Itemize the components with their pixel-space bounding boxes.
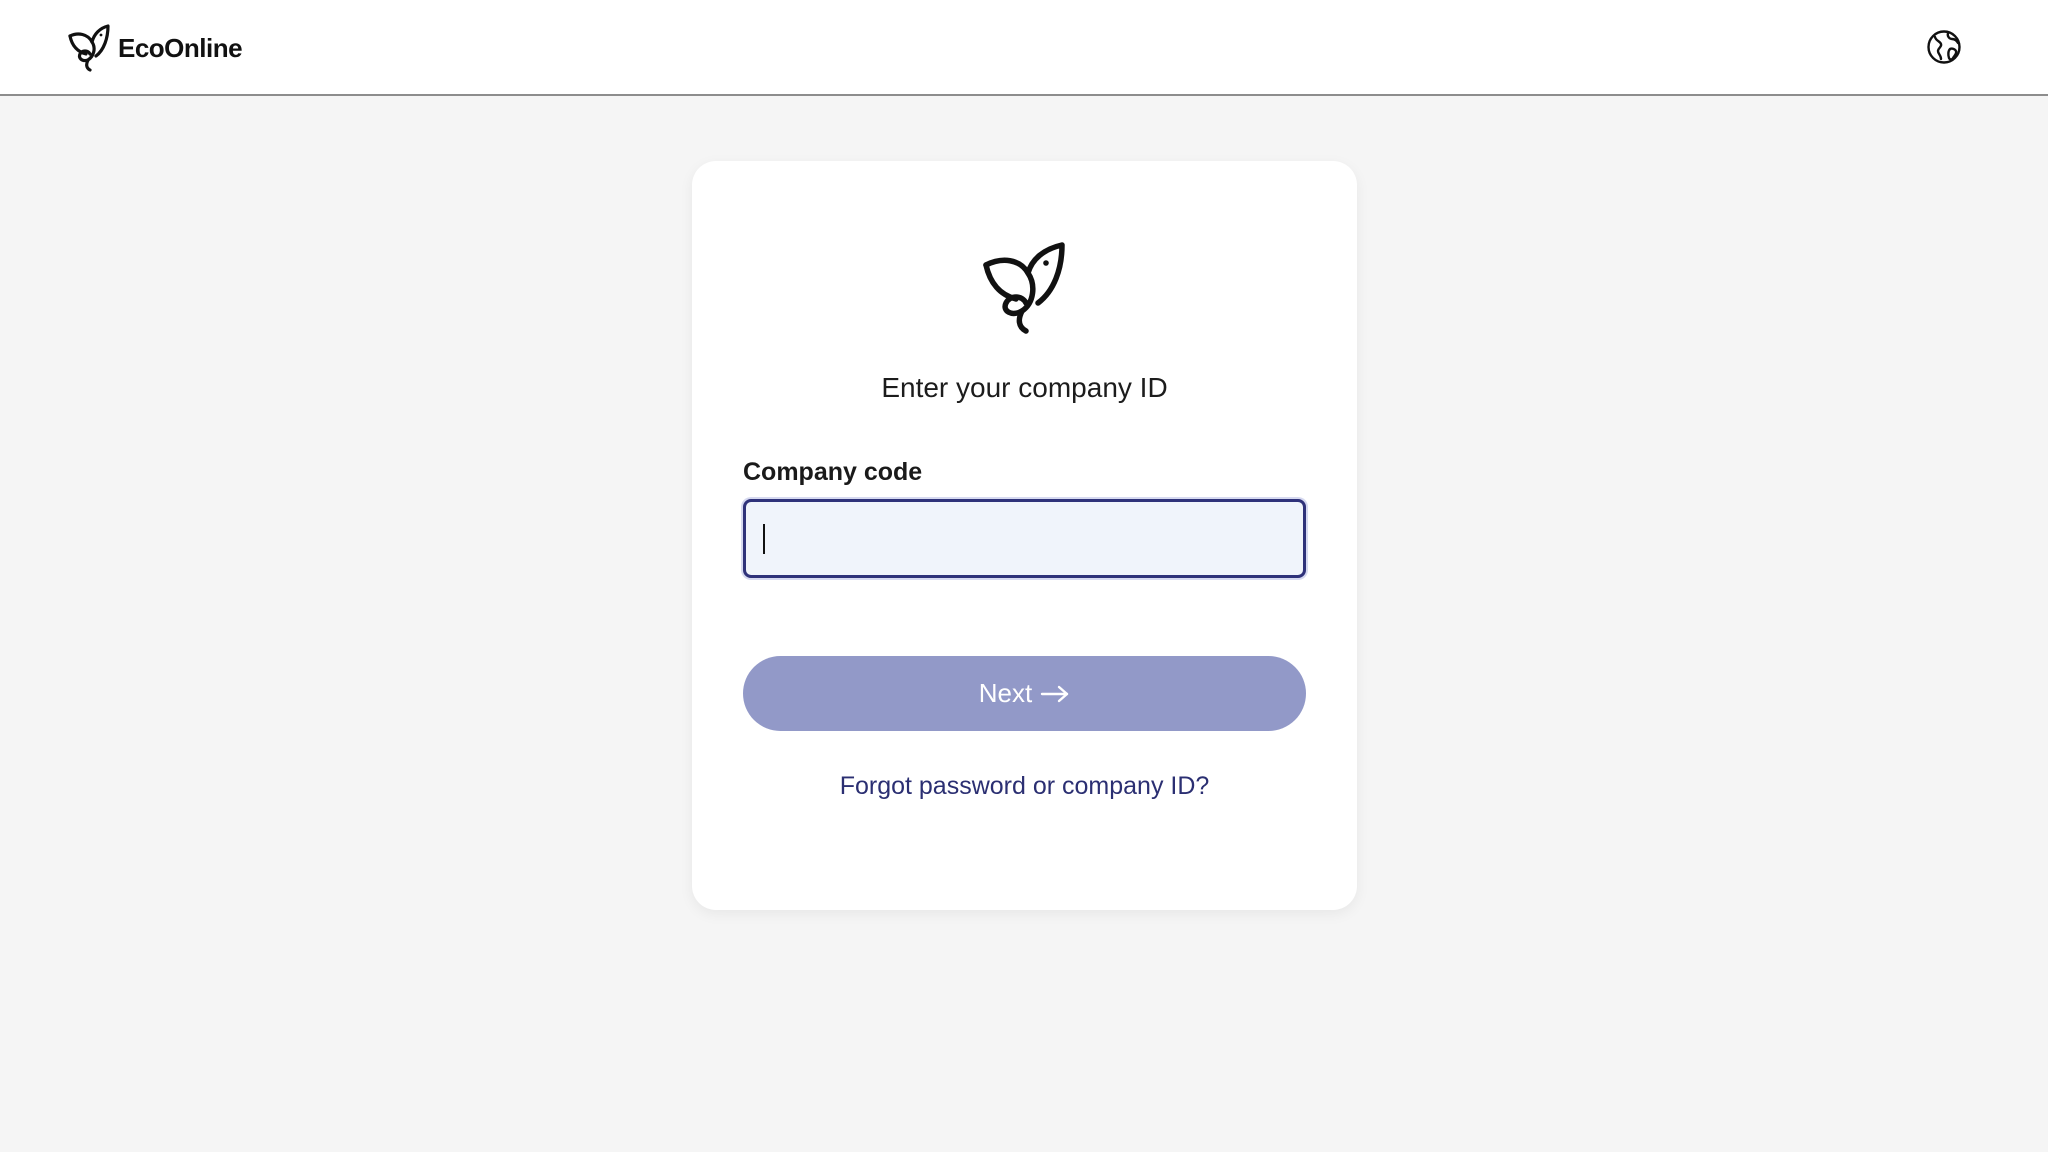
bird-logo-icon xyxy=(983,242,1065,334)
card-logo xyxy=(982,241,1068,335)
bird-logo-icon xyxy=(68,24,110,72)
next-button[interactable]: Next xyxy=(743,656,1306,731)
company-code-label: Company code xyxy=(743,458,923,486)
brand-name: EcoOnline xyxy=(118,32,243,63)
arrow-right-icon xyxy=(1041,685,1069,702)
brand-logo[interactable]: EcoOnline xyxy=(68,24,243,72)
language-selector-button[interactable] xyxy=(1926,29,1962,65)
login-card: Enter your company ID Company code Next … xyxy=(692,161,1357,910)
text-caret xyxy=(763,524,765,554)
globe-icon xyxy=(1927,30,1961,64)
next-button-label: Next xyxy=(978,678,1033,708)
top-bar: EcoOnline xyxy=(0,0,2048,96)
company-code-input[interactable] xyxy=(743,499,1306,578)
page-title: Enter your company ID xyxy=(881,372,1168,403)
forgot-password-link[interactable]: Forgot password or company ID? xyxy=(692,772,1357,801)
